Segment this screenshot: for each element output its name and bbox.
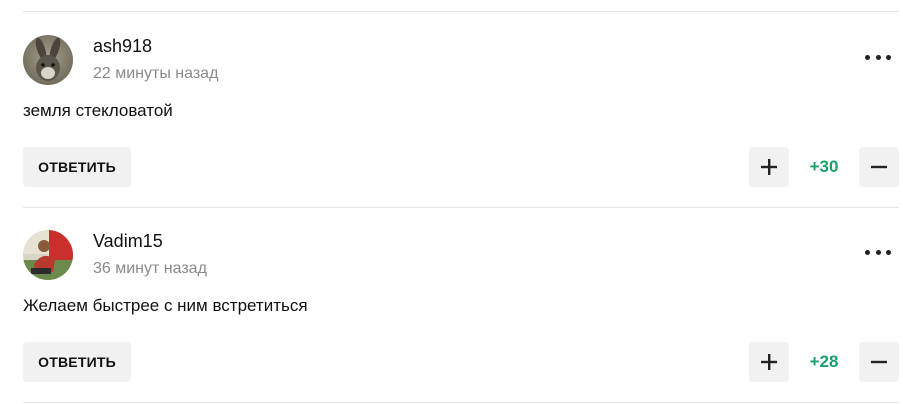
username[interactable]: ash918 <box>93 36 152 57</box>
more-options-icon[interactable] <box>865 242 891 262</box>
comment-time: 36 минут назад <box>93 260 207 277</box>
upvote-button[interactable] <box>749 147 789 187</box>
vote-score: +28 <box>809 352 839 371</box>
more-options-icon[interactable] <box>865 47 891 67</box>
comment-text: Желаем быстрее с ним встретиться <box>23 296 308 315</box>
username[interactable]: Vadim15 <box>93 231 163 252</box>
vote-score: +30 <box>809 157 839 176</box>
minus-icon <box>871 165 887 169</box>
downvote-button[interactable] <box>859 147 899 187</box>
reply-button[interactable]: ОТВЕТИТЬ <box>23 147 131 187</box>
avatar[interactable] <box>23 230 73 280</box>
upvote-button[interactable] <box>749 342 789 382</box>
reply-button[interactable]: ОТВЕТИТЬ <box>23 342 131 382</box>
downvote-button[interactable] <box>859 342 899 382</box>
divider-bottom <box>23 402 899 403</box>
plus-icon <box>761 159 777 175</box>
minus-icon <box>871 360 887 364</box>
hare-avatar-icon <box>23 35 73 85</box>
comment-item: Vadim15 36 минут назад Желаем быстрее с … <box>0 206 903 402</box>
avatar[interactable] <box>23 35 73 85</box>
plus-icon <box>761 354 777 370</box>
comment-text: земля стекловатой <box>23 101 173 120</box>
photo-avatar-icon <box>23 230 73 280</box>
comment-time: 22 минуты назад <box>93 65 219 82</box>
comment-item: ash918 22 минуты назад земля стекловатой… <box>0 11 903 207</box>
